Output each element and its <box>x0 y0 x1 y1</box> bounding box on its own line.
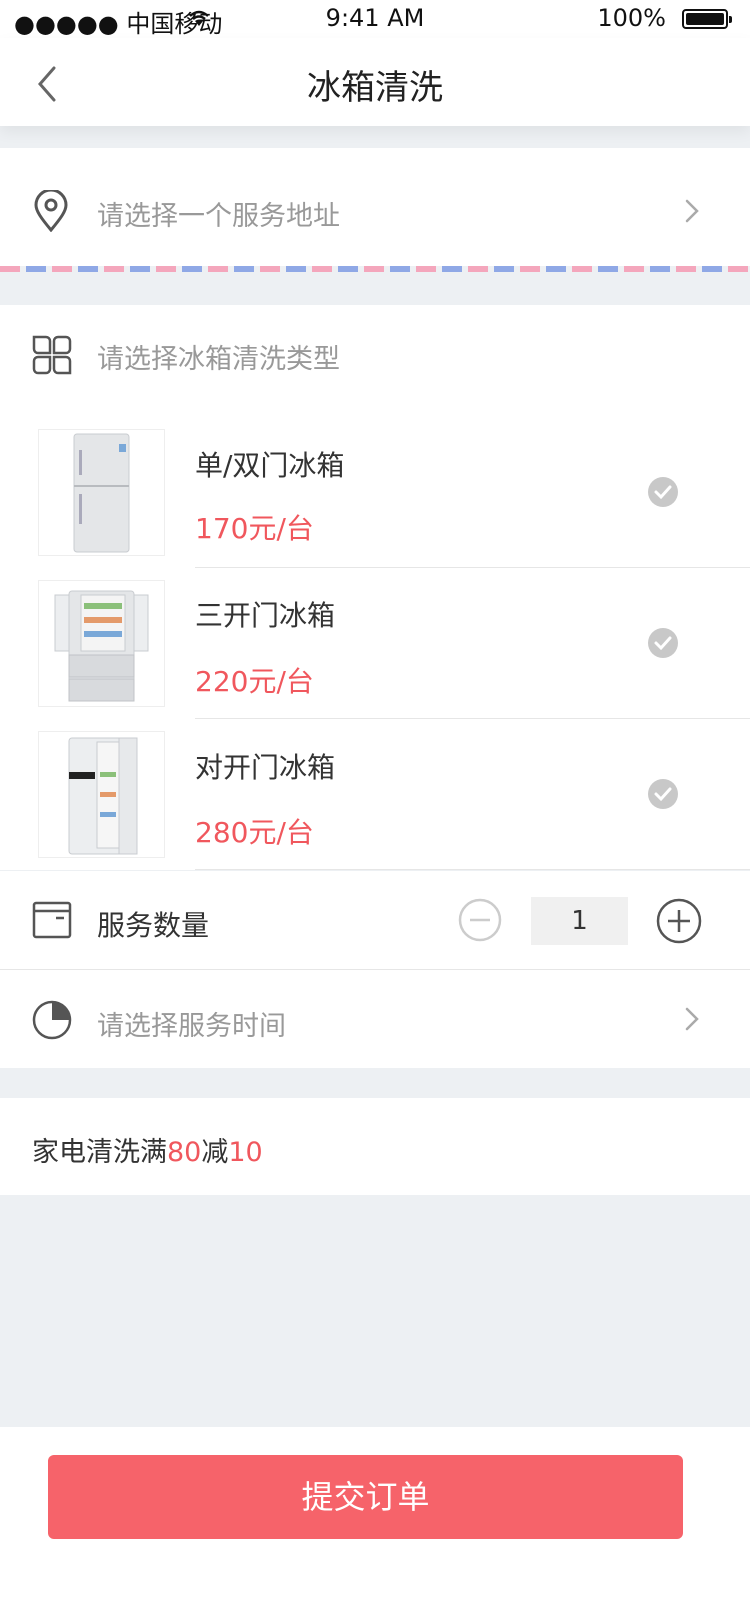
quantity-label: 服务数量 <box>97 909 210 942</box>
promo-text: 家电清洗满80减10 <box>32 1130 263 1169</box>
battery-percent: 100% <box>597 4 666 32</box>
service-time-placeholder: 请选择服务时间 <box>97 1011 286 1042</box>
page-title: 冰箱清洗 <box>307 68 443 108</box>
check-circle-icon[interactable] <box>648 477 678 507</box>
product-item[interactable]: 三开门冰箱 220元/台 <box>0 568 750 719</box>
navigation-bar: 冰箱清洗 <box>0 38 750 126</box>
wifi-icon <box>189 10 209 26</box>
clock-pie-icon <box>32 1000 72 1040</box>
address-row[interactable]: 请选择一个服务地址 <box>0 148 750 266</box>
product-name: 三开门冰箱 <box>195 599 336 632</box>
product-item[interactable]: 对开门冰箱 280元/台 <box>0 719 750 870</box>
product-price: 170元/台 <box>195 512 314 545</box>
product-item[interactable]: 单/双门冰箱 170元/台 <box>0 417 750 568</box>
quantity-input[interactable]: 1 <box>531 897 628 945</box>
status-bar: ●●●●● 中国移动 9:41 AM 100% <box>0 0 750 38</box>
product-name: 对开门冰箱 <box>195 751 336 784</box>
battery-icon <box>682 9 732 29</box>
envelope-stripe-divider <box>0 266 750 272</box>
location-pin-icon <box>34 190 68 232</box>
quantity-row: 服务数量 <box>0 871 750 969</box>
service-time-row[interactable]: 请选择服务时间 <box>0 970 750 1068</box>
promo-discount: 10 <box>228 1137 263 1168</box>
fridge-three-door-image <box>38 580 165 707</box>
type-section-label: 请选择冰箱清洗类型 <box>97 344 340 375</box>
fridge-double-door-image <box>38 429 165 556</box>
minus-circle-icon[interactable] <box>458 898 502 942</box>
fridge-side-by-side-image <box>38 731 165 858</box>
check-circle-icon[interactable] <box>648 779 678 809</box>
promo-threshold: 80 <box>167 1137 202 1168</box>
promo-prefix: 家电清洗满 <box>32 1137 167 1168</box>
card-icon <box>32 901 72 939</box>
product-name: 单/双门冰箱 <box>195 449 345 482</box>
product-price: 280元/台 <box>195 816 314 849</box>
chevron-right-icon <box>685 199 699 223</box>
promo-middle: 减 <box>201 1137 229 1168</box>
product-price: 220元/台 <box>195 665 314 698</box>
divider <box>195 869 750 870</box>
address-placeholder: 请选择一个服务地址 <box>97 201 340 232</box>
chevron-right-icon <box>685 1007 699 1031</box>
submit-order-button[interactable]: 提交订单 <box>48 1455 683 1539</box>
check-circle-icon[interactable] <box>648 628 678 658</box>
plus-circle-icon[interactable] <box>656 898 702 944</box>
category-grid-icon <box>32 335 72 375</box>
